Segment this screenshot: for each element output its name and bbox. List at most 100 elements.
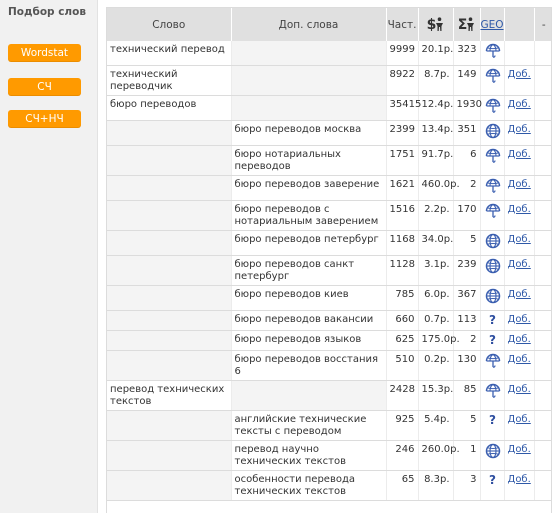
cell-sum: 5 — [453, 410, 481, 441]
table-row: технический переводчик 8922 8.7р. 149 Доб. — [107, 65, 551, 96]
cell-sum: 170 — [453, 200, 481, 231]
cell-frequency: 2399 — [386, 120, 419, 146]
cell-add: Доб. — [504, 145, 535, 176]
cell-sum: 367 — [453, 285, 481, 311]
globe-partial-icon[interactable] — [485, 68, 501, 84]
cell-frequency: 625 — [386, 330, 419, 351]
cell-extra-word: перевод научно технических текстов — [231, 440, 387, 471]
cell-price: 6.0р. — [418, 285, 454, 311]
add-link[interactable]: Доб. — [508, 124, 531, 135]
add-link[interactable]: Доб. — [508, 444, 531, 455]
cell-geo[interactable] — [480, 440, 505, 471]
table-row: бюро переводов петербург 1168 34.0р. 5 Доб. — [107, 230, 551, 256]
cell-extra-word: бюро переводов санкт петербург — [231, 255, 387, 286]
geo-link[interactable]: GEO — [481, 19, 504, 31]
cell-geo[interactable] — [480, 380, 505, 411]
add-link[interactable]: Доб. — [508, 234, 531, 245]
cell-geo[interactable] — [480, 145, 505, 176]
globe-partial-icon[interactable] — [485, 148, 501, 164]
cell-geo[interactable] — [480, 230, 505, 256]
globe-icon[interactable] — [485, 443, 501, 459]
cell-geo[interactable] — [480, 95, 505, 121]
add-link[interactable]: Доб. — [508, 354, 531, 365]
globe-icon[interactable] — [485, 258, 501, 274]
globe-partial-icon[interactable] — [485, 98, 501, 114]
globe-icon[interactable] — [485, 233, 501, 249]
table-row: бюро переводов санкт петербург 1128 3.1р. 2… — [107, 255, 551, 286]
question-icon[interactable]: ? — [485, 473, 501, 488]
cell-geo[interactable] — [480, 350, 505, 381]
cell-geo[interactable] — [480, 175, 505, 201]
globe-partial-icon[interactable] — [485, 43, 501, 59]
cell-price: 20.1р. — [418, 41, 454, 66]
cell-price: 2.2р. — [418, 200, 454, 231]
globe-icon[interactable] — [485, 288, 501, 304]
table-row: бюро переводов 35415 12.4р. 1930 Доб. — [107, 95, 551, 121]
cell-extra-word — [231, 41, 387, 66]
globe-partial-icon[interactable] — [485, 203, 501, 219]
cell-dash — [534, 41, 551, 66]
table-row: бюро переводов языков 625 175.0р. 2? Доб. — [107, 330, 551, 351]
cell-price: 5.4р. — [418, 410, 454, 441]
add-link[interactable]: Доб. — [508, 149, 531, 160]
cell-add — [504, 41, 535, 66]
cell-add: Доб. — [504, 230, 535, 256]
cell-word — [107, 145, 232, 176]
cell-word: бюро переводов — [107, 95, 232, 121]
cell-extra-word: бюро переводов с нотариальным заверением — [231, 200, 387, 231]
question-icon[interactable]: ? — [485, 313, 501, 328]
cell-geo[interactable] — [480, 120, 505, 146]
cell-frequency: 9999 — [386, 41, 419, 66]
cell-geo[interactable]: ? — [480, 310, 505, 331]
keyword-table-container: Слово Доп. слова Част. $ Σ GEO - техниче… — [106, 7, 552, 513]
cell-sum: 239 — [453, 255, 481, 286]
add-link[interactable]: Доб. — [508, 69, 531, 80]
cell-geo[interactable] — [480, 65, 505, 96]
cell-extra-word — [231, 380, 387, 411]
cell-sum: 113 — [453, 310, 481, 331]
cell-word: перевод технических текстов — [107, 380, 232, 411]
question-icon[interactable]: ? — [485, 333, 501, 348]
cell-geo[interactable]: ? — [480, 470, 505, 501]
question-icon[interactable]: ? — [485, 413, 501, 428]
cell-extra-word: бюро переводов киев — [231, 285, 387, 311]
col-geo[interactable]: GEO — [480, 8, 505, 41]
globe-partial-icon[interactable] — [485, 178, 501, 194]
cell-geo[interactable]: ? — [480, 410, 505, 441]
add-link[interactable]: Доб. — [508, 204, 531, 215]
cell-geo[interactable] — [480, 255, 505, 286]
cell-price: 8.3р. — [418, 470, 454, 501]
add-link[interactable]: Доб. — [508, 414, 531, 425]
cell-add: Доб. — [504, 440, 535, 471]
cell-geo[interactable] — [480, 200, 505, 231]
cell-dash — [534, 175, 551, 201]
cell-word — [107, 230, 232, 256]
add-link[interactable]: Доб. — [508, 289, 531, 300]
cell-frequency: 8922 — [386, 65, 419, 96]
cell-sum: 351 — [453, 120, 481, 146]
globe-icon[interactable] — [485, 123, 501, 139]
add-link[interactable]: Доб. — [508, 474, 531, 485]
add-link[interactable]: Доб. — [508, 259, 531, 270]
mid-frequency-button[interactable]: СЧ — [8, 78, 81, 96]
cell-sum: 130 — [453, 350, 481, 381]
cell-geo[interactable] — [480, 41, 505, 66]
cell-geo[interactable]: ? — [480, 330, 505, 351]
col-frequency: Част. — [386, 8, 419, 41]
cell-dash — [534, 200, 551, 231]
cell-extra-word: бюро переводов языков — [231, 330, 387, 351]
add-link[interactable]: Доб. — [508, 314, 531, 325]
add-link[interactable]: Доб. — [508, 384, 531, 395]
mid-low-frequency-button[interactable]: СЧ+НЧ — [8, 110, 81, 128]
cell-extra-word: бюро нотариальных переводов — [231, 145, 387, 176]
globe-partial-icon[interactable] — [485, 353, 501, 369]
wordstat-button[interactable]: Wordstat — [8, 44, 81, 62]
cell-dash — [534, 145, 551, 176]
cell-geo[interactable] — [480, 285, 505, 311]
sidebar: Подбор слов Wordstat СЧ СЧ+НЧ — [0, 0, 98, 513]
add-link[interactable]: Доб. — [508, 99, 531, 110]
add-link[interactable]: Доб. — [508, 334, 531, 345]
globe-partial-icon[interactable] — [485, 383, 501, 399]
add-link[interactable]: Доб. — [508, 179, 531, 190]
cell-sum: 85 — [453, 380, 481, 411]
